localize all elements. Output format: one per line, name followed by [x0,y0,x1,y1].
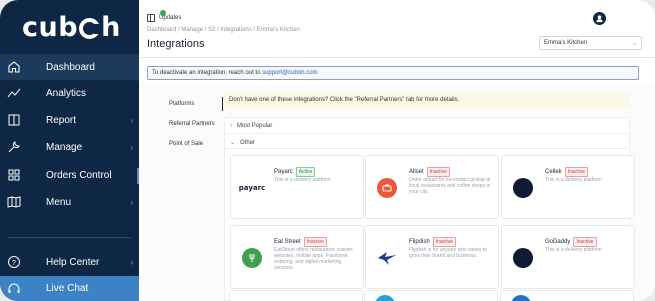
integration-card-payarc[interactable]: payarc Payarc Active This is a delivery p… [230,155,364,219]
sidebar-item-menu[interactable]: Menu › [0,189,139,215]
headset-icon [6,281,22,297]
panel-toggle-icon[interactable] [147,14,155,22]
avatar[interactable] [593,12,606,25]
tab-platforms[interactable]: Platforms [147,94,223,114]
chevron-right-icon: › [130,257,133,267]
integration-description: EatStreet offers restaurants custom webs… [274,247,353,271]
sidebar-item-label: Dashboard [46,61,95,73]
integration-tabs: Platforms Referral Partners Point of Sal… [147,94,223,154]
sidebar-item-label: Manage [46,141,83,153]
sidebar-item-dashboard[interactable]: Dashboard [0,54,139,80]
integration-logo-icon [511,295,531,301]
home-icon [6,59,22,75]
chevron-right-icon: › [130,115,133,125]
referral-info-bar: Don't have one of these integrations? Cl… [224,93,630,108]
integration-card-partial[interactable] [364,290,498,301]
integration-card-allset[interactable]: Allset Inactive Order ahead for no-contac… [365,155,499,219]
integration-name: Payarc [274,169,293,175]
wrench-icon [6,139,22,155]
sidebar: cuboh cubh Dashboard Analytics Report › [0,0,140,301]
sidebar-item-live-chat[interactable]: Live Chat [0,276,139,301]
cuboh-logo[interactable]: cuboh cubh [22,12,121,43]
integration-name: Cellek [545,169,562,175]
analytics-icon [6,85,22,101]
integration-description: This is a delivery platform [545,177,602,183]
sidebar-item-label: Analytics [46,87,87,99]
svg-text:?: ? [12,260,16,267]
grid-icon [6,167,22,183]
help-icon: ? [6,254,22,270]
integration-name: GoDaddy [545,239,571,245]
report-icon [6,112,22,128]
integration-card-godaddy[interactable]: GoDaddy Inactive This is a delivery platf… [501,225,635,289]
store-select[interactable]: Emma's Kitchen ⌄ [539,36,642,50]
chevron-right-icon: › [130,197,133,207]
map-icon [6,194,22,210]
integration-description: This is a delivery platform [274,177,331,183]
sidebar-item-help-center[interactable]: ? Help Center › [0,249,139,275]
integration-description: Order ahead for no-contact pickup at loc… [409,177,491,195]
sidebar-item-label: Live Chat [46,283,89,294]
integration-description: This is a delivery platform [545,247,602,253]
sidebar-item-manage[interactable]: Manage › [0,134,139,160]
app-window: cuboh cubh Dashboard Analytics Report › [0,0,655,301]
integration-card-eat-street[interactable]: Eat Street Inactive EatStreet offers rest… [230,225,364,289]
sidebar-item-label: Help Center [46,256,100,268]
status-badge: Active [295,167,316,177]
integration-description: Flipdish is for anyone who wants to grow… [409,247,487,259]
sidebar-item-label: Report [46,114,77,126]
status-badge: Inactive [432,237,456,247]
eat-street-logo-icon [240,246,264,270]
store-select-value: Emma's Kitchen [544,40,588,46]
sidebar-item-analytics[interactable]: Analytics [0,80,139,106]
integration-card-flipdish[interactable]: Flipdish Inactive Flipdish is for anyone … [365,225,499,289]
notice-text: To deactivate an integration, reach out … [152,70,263,76]
flipdish-logo-icon [375,246,399,270]
user-icon [596,15,603,23]
integration-card-partial[interactable] [500,290,634,301]
breadcrumb[interactable]: Dashboard / Manage / S2 / Integrations /… [147,27,300,33]
integration-cards: payarc Payarc Active This is a delivery p… [224,148,635,301]
integration-logo-icon [375,295,395,301]
header: Updates Dashboard / Manage / S2 / Integr… [139,0,655,58]
sidebar-item-label: Menu [46,196,72,208]
tab-point-of-sale[interactable]: Point of Sale [147,134,217,154]
integration-card-cellek[interactable]: Cellek Inactive This is a delivery platfo… [501,155,635,219]
notification-dot-icon [160,10,166,16]
chevron-down-icon: ⌄ [631,41,637,47]
cellek-logo-icon [511,176,535,200]
tab-referral-partners[interactable]: Referral Partners [147,114,217,134]
status-badge: Inactive [426,167,450,177]
chevron-right-icon: › [230,123,232,129]
integration-card-partial[interactable] [229,290,363,301]
integration-name: Allset [409,169,424,175]
sidebar-divider [8,237,131,238]
status-badge: Inactive [573,237,597,247]
status-badge: Inactive [303,237,327,247]
sidebar-item-label: Orders Control [46,169,112,181]
page-title: Integrations [147,38,205,50]
chevron-down-icon: ⌄ [230,140,236,146]
accordion-most-popular[interactable]: › Most Popular [224,117,630,134]
payarc-logo-icon: payarc [238,184,266,192]
sidebar-item-orders-control[interactable]: Orders Control [0,162,139,188]
allset-logo-icon [375,176,399,200]
main-content: Platforms Referral Partners Point of Sal… [139,84,655,301]
sidebar-item-report[interactable]: Report › [0,107,139,133]
chevron-right-icon: › [130,142,133,152]
integration-name: Eat Street [274,239,301,245]
integration-name: Flipdish [409,239,430,245]
godaddy-logo-icon [511,246,535,270]
status-badge: Inactive [564,167,588,177]
deactivate-notice: To deactivate an integration, reach out … [147,66,639,80]
support-email-link[interactable]: support@cuboh.com [262,70,317,76]
